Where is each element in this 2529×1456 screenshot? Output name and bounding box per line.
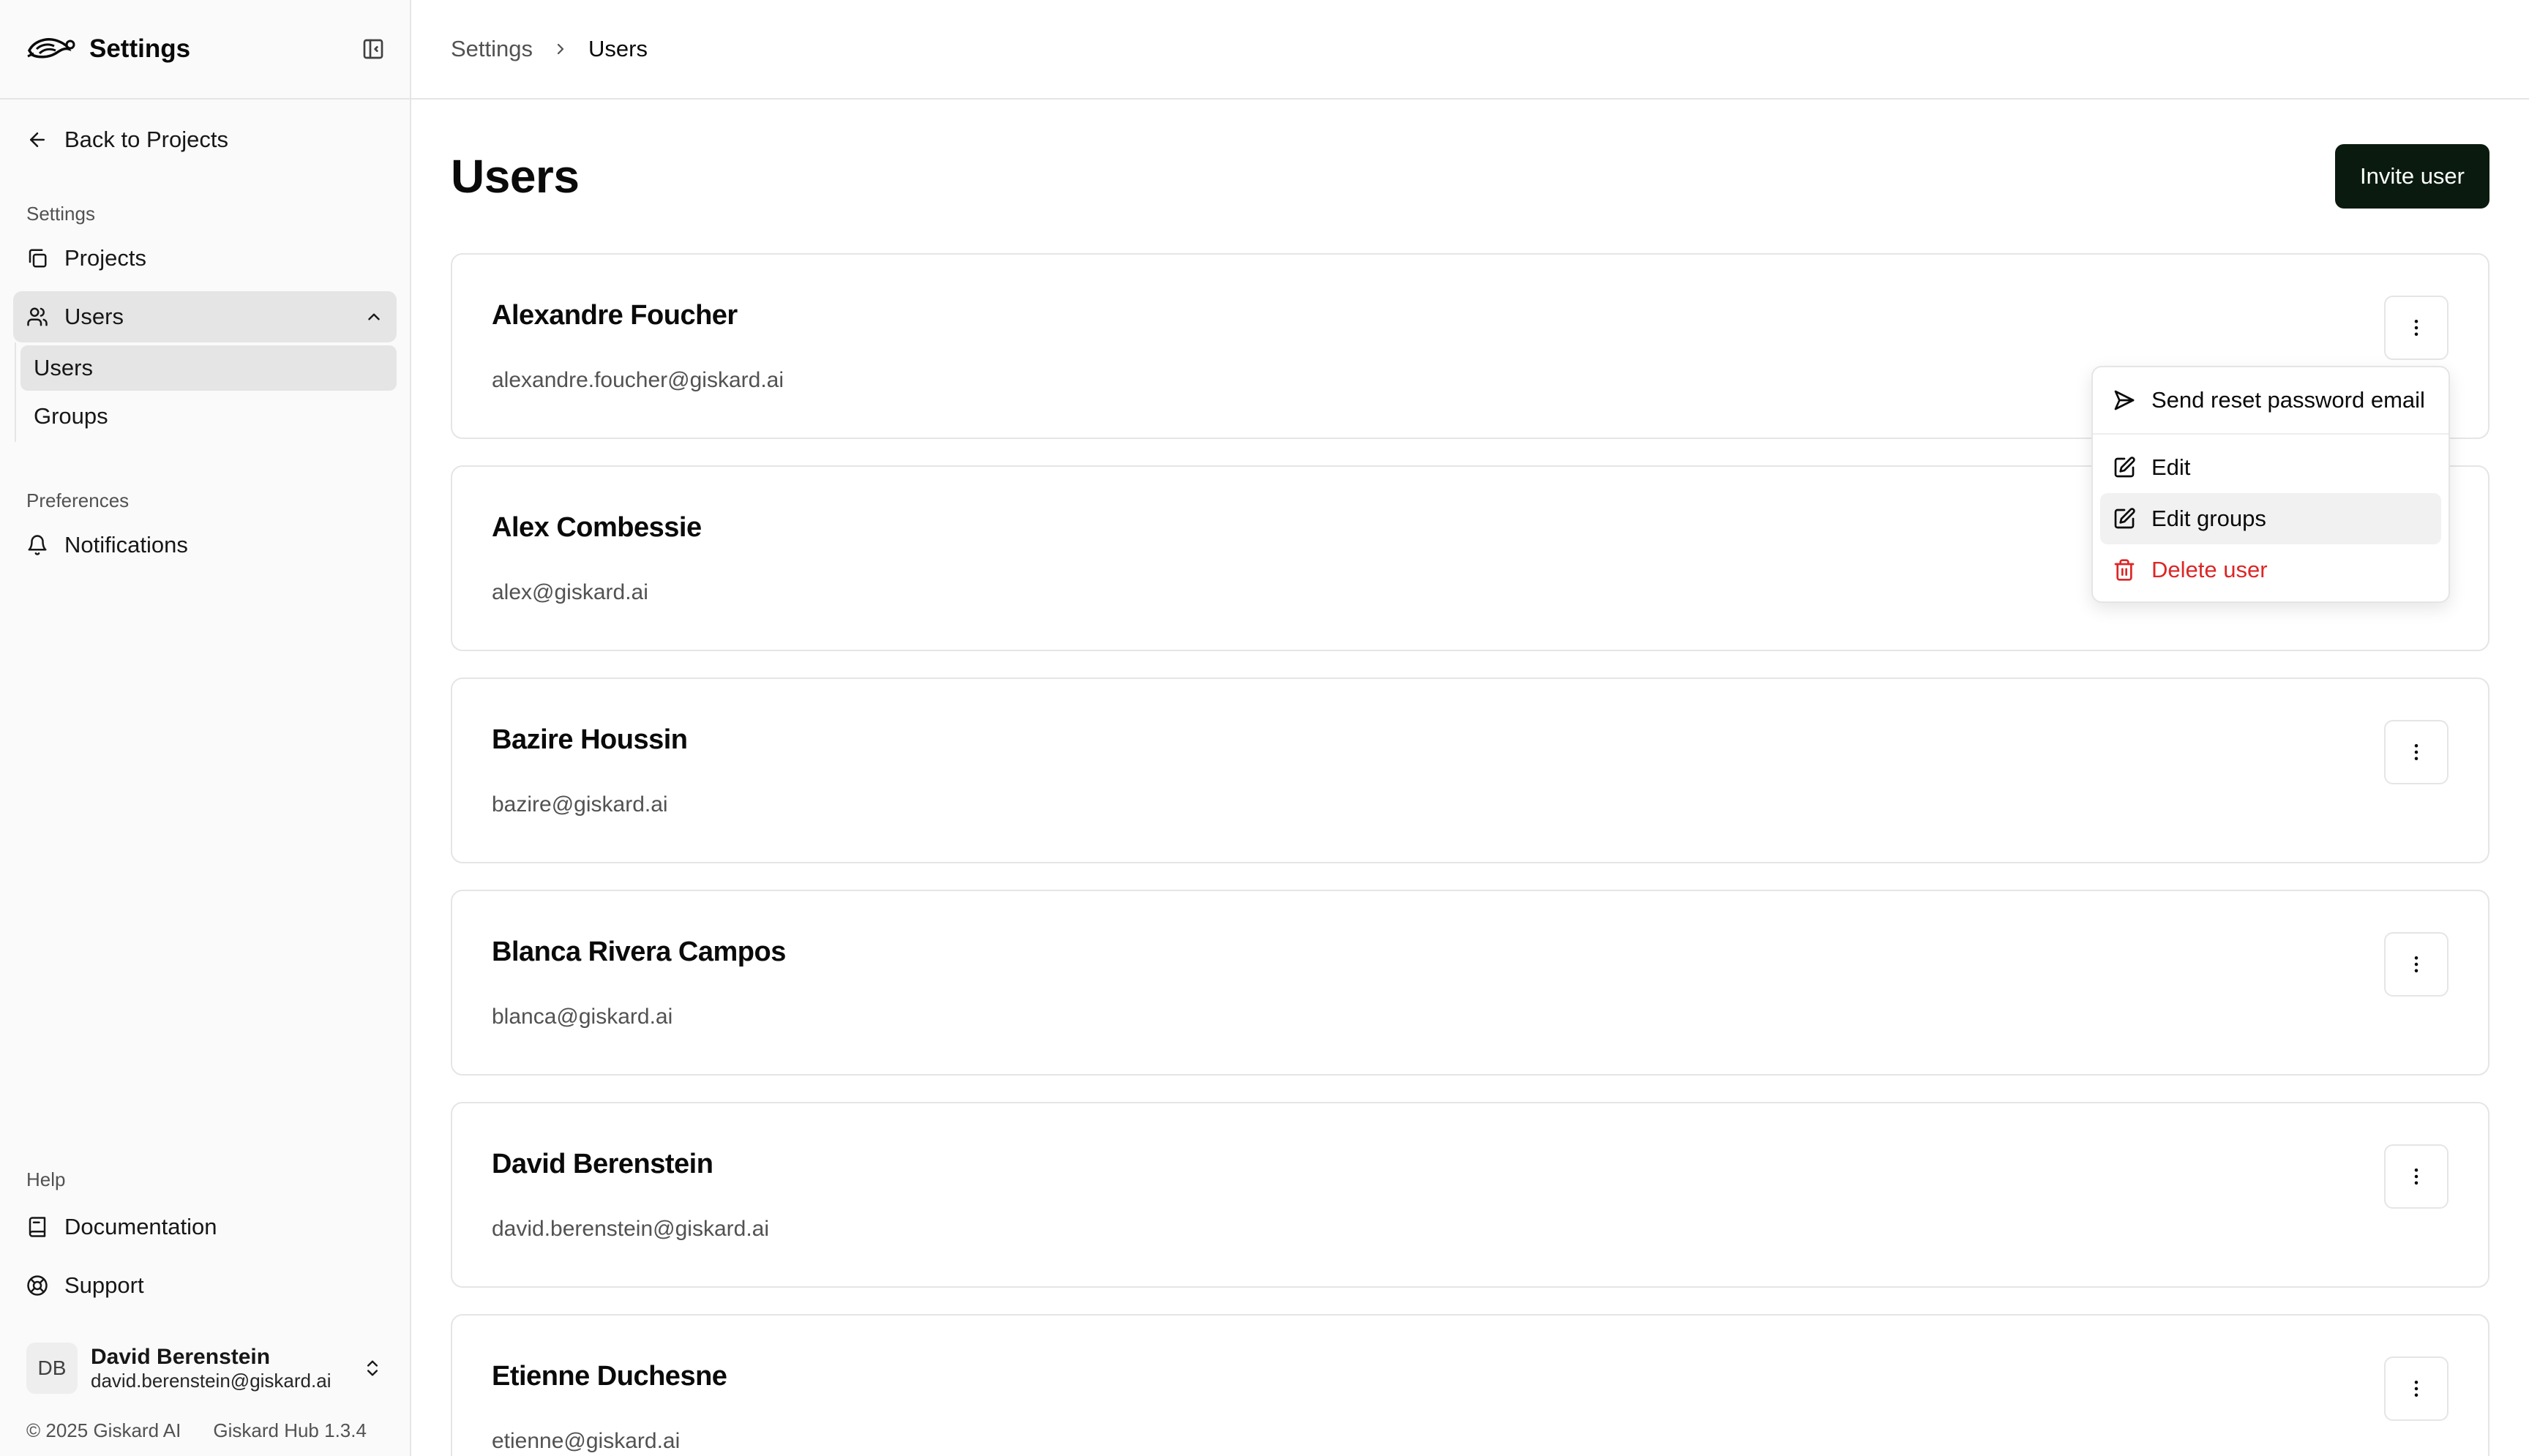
- back-to-projects-link[interactable]: Back to Projects: [13, 114, 397, 165]
- breadcrumb-current: Users: [588, 36, 648, 61]
- sidebar-item-documentation-label: Documentation: [64, 1214, 217, 1239]
- user-card-email: blanca@giskard.ai: [492, 1005, 673, 1029]
- user-card-name: Blanca Rivera Campos: [492, 937, 786, 967]
- subnav-item-groups[interactable]: Groups: [20, 394, 397, 439]
- edit-icon: [2112, 455, 2137, 480]
- chevrons-up-down-icon: [361, 1357, 383, 1379]
- section-label-settings: Settings: [26, 202, 95, 225]
- current-user-name: David Berenstein: [91, 1344, 271, 1369]
- user-card: Etienne Duchesne etienne@giskard.ai: [451, 1314, 2489, 1456]
- current-user-menu[interactable]: DB David Berenstein david.berenstein@gis…: [0, 1332, 410, 1405]
- breadcrumb-settings-link[interactable]: Settings: [451, 36, 533, 62]
- more-vertical-icon: [2414, 1381, 2419, 1397]
- invite-user-button[interactable]: Invite user: [2334, 144, 2489, 209]
- main-content: Settings Users Users Invite user Alexand…: [411, 0, 2529, 1456]
- menu-divider: [2093, 433, 2449, 435]
- section-label-preferences: Preferences: [26, 489, 130, 511]
- sidebar-item-notifications-label: Notifications: [64, 532, 188, 558]
- sidebar-item-users[interactable]: Users: [13, 291, 397, 342]
- sidebar-title: Settings: [89, 34, 191, 63]
- user-card: Blanca Rivera Campos blanca@giskard.ai: [451, 890, 2489, 1076]
- giskard-logo-icon: [27, 38, 75, 59]
- menu-item-edit-groups-label: Edit groups: [2151, 506, 2266, 531]
- user-card-email: bazire@giskard.ai: [492, 792, 668, 817]
- menu-item-edit[interactable]: Edit: [2100, 442, 2441, 493]
- user-actions-button[interactable]: [2384, 720, 2449, 784]
- back-to-projects-label: Back to Projects: [64, 127, 228, 152]
- sidebar-bottom: Help Documentation Support DB David Bere…: [0, 1165, 410, 1456]
- copy-icon: [25, 246, 50, 271]
- book-icon: [25, 1215, 50, 1239]
- more-vertical-icon: [2414, 744, 2419, 760]
- bell-icon: [25, 533, 50, 558]
- sidebar-item-documentation[interactable]: Documentation: [13, 1201, 397, 1253]
- user-card-name: Alexandre Foucher: [492, 300, 738, 331]
- breadcrumb: Settings Users: [411, 0, 2529, 100]
- current-user-email: david.berenstein@giskard.ai: [91, 1369, 331, 1392]
- chevron-up-icon: [363, 306, 385, 328]
- sidebar: Settings Back to Projects Settings Proje…: [0, 0, 411, 1456]
- more-vertical-icon: [2414, 956, 2419, 972]
- menu-item-send-reset-password[interactable]: Send reset password email: [2100, 375, 2441, 426]
- user-actions-menu: Send reset password email Edit Edit grou…: [2091, 366, 2450, 603]
- users-subnav: Users Groups: [15, 342, 397, 442]
- user-card-name: Etienne Duchesne: [492, 1361, 727, 1392]
- chevron-right-icon: [552, 40, 569, 58]
- menu-item-send-reset-password-label: Send reset password email: [2151, 387, 2425, 413]
- life-buoy-icon: [25, 1273, 50, 1298]
- user-card-email: etienne@giskard.ai: [492, 1429, 681, 1453]
- user-card-name: David Berenstein: [492, 1149, 713, 1179]
- user-card-email: david.berenstein@giskard.ai: [492, 1217, 769, 1241]
- users-icon: [25, 304, 50, 329]
- page-title: Users: [451, 150, 580, 203]
- menu-item-edit-groups[interactable]: Edit groups: [2100, 493, 2441, 544]
- user-actions-button[interactable]: [2384, 932, 2449, 997]
- menu-item-delete-user[interactable]: Delete user: [2100, 544, 2441, 596]
- sidebar-item-projects[interactable]: Projects: [13, 233, 397, 284]
- more-vertical-icon: [2414, 320, 2419, 336]
- user-actions-button[interactable]: [2384, 1144, 2449, 1209]
- app-root: Settings Back to Projects Settings Proje…: [0, 0, 2529, 1456]
- copyright-text: © 2025 Giskard AI: [26, 1419, 181, 1441]
- sidebar-item-support-label: Support: [64, 1272, 144, 1298]
- send-icon: [2112, 388, 2137, 413]
- sidebar-collapse-button[interactable]: [359, 34, 388, 64]
- sidebar-item-users-label: Users: [64, 304, 124, 329]
- menu-item-edit-label: Edit: [2151, 454, 2191, 480]
- arrow-left-icon: [25, 127, 50, 152]
- trash-icon: [2112, 558, 2137, 582]
- sidebar-header: Settings: [0, 0, 410, 100]
- more-vertical-icon: [2414, 1168, 2419, 1185]
- user-card: David Berenstein david.berenstein@giskar…: [451, 1102, 2489, 1288]
- edit-groups-icon: [2112, 506, 2137, 531]
- user-card: Bazire Houssin bazire@giskard.ai: [451, 678, 2489, 863]
- page-header: Users Invite user: [411, 100, 2529, 253]
- sidebar-item-notifications[interactable]: Notifications: [13, 519, 397, 571]
- avatar: DB: [26, 1343, 78, 1394]
- section-label-help: Help: [26, 1168, 66, 1190]
- panel-left-icon: [363, 39, 383, 59]
- subnav-item-users[interactable]: Users: [20, 345, 397, 391]
- version-text: Giskard Hub 1.3.4: [213, 1419, 367, 1441]
- menu-item-delete-user-label: Delete user: [2151, 557, 2268, 582]
- sidebar-footer: © 2025 Giskard AI Giskard Hub 1.3.4: [0, 1405, 410, 1456]
- sidebar-item-support[interactable]: Support: [13, 1260, 397, 1311]
- sidebar-item-projects-label: Projects: [64, 245, 146, 271]
- user-actions-button[interactable]: [2384, 1356, 2449, 1421]
- user-actions-button[interactable]: [2384, 296, 2449, 360]
- user-card-name: Bazire Houssin: [492, 724, 688, 755]
